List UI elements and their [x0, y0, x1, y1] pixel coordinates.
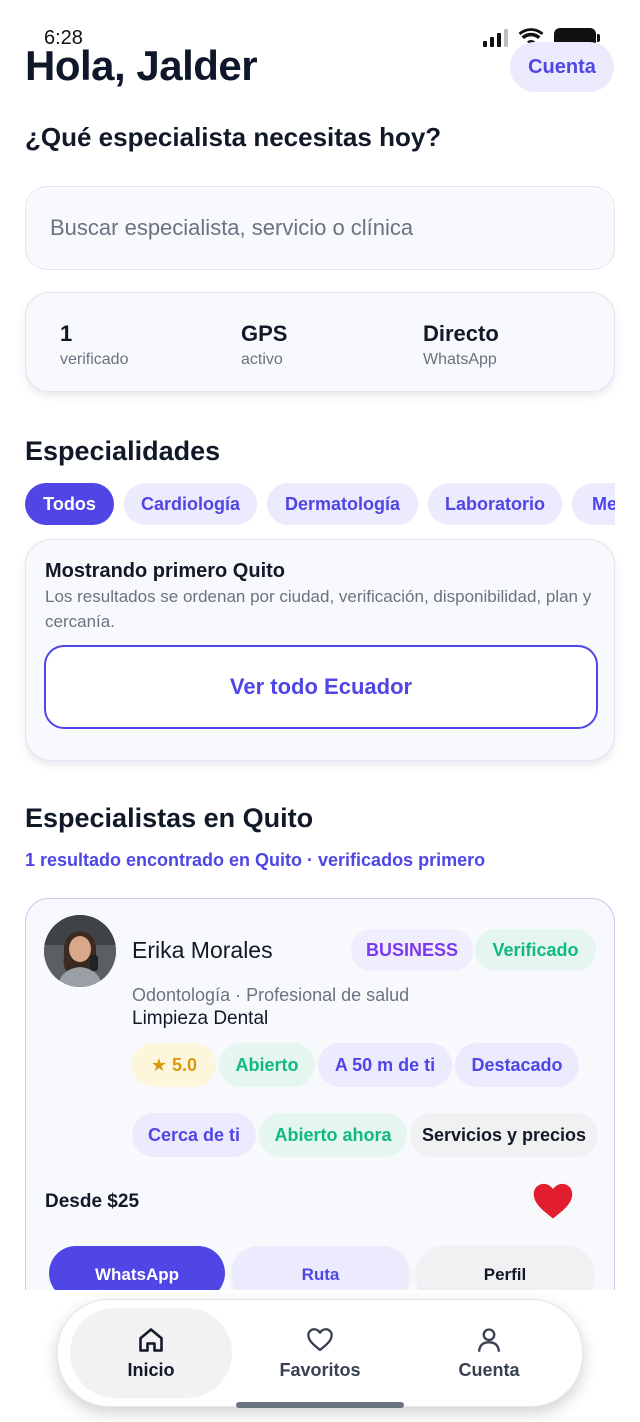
- avatar: [44, 915, 116, 987]
- stat-value: GPS: [241, 321, 288, 346]
- account-button[interactable]: Cuenta: [510, 42, 614, 92]
- specialty-chips: Todos Cardiología Dermatología Laboratorio M…: [25, 483, 615, 527]
- see-all-ecuador-button[interactable]: Ver todo Ecuador: [44, 645, 598, 729]
- stat-value: Directo: [423, 321, 499, 346]
- location-info-title: Mostrando primero Quito: [45, 560, 285, 582]
- heart-outline-icon: [307, 1327, 333, 1351]
- nav-inicio[interactable]: Inicio: [70, 1308, 232, 1398]
- stat-gps: GPS activo: [241, 321, 287, 369]
- distance-badge: A 50 m de ti: [318, 1043, 452, 1087]
- open-badge: Abierto: [219, 1043, 315, 1087]
- user-icon: [477, 1327, 501, 1352]
- nav-label: Inicio: [127, 1359, 175, 1380]
- favorite-heart-icon[interactable]: [532, 1181, 574, 1221]
- chip-todos[interactable]: Todos: [25, 483, 114, 525]
- results-title: Especialistas en Quito: [25, 803, 314, 833]
- nav-label: Cuenta: [458, 1359, 520, 1380]
- open-now-badge: Abierto ahora: [259, 1113, 407, 1157]
- specialist-service: Limpieza Dental: [132, 1008, 269, 1029]
- specialist-category: Odontología · Profesional de salud: [132, 985, 410, 1005]
- specialist-card[interactable]: Erika Morales BUSINESS Verificado Odonto…: [25, 898, 615, 1318]
- bottom-nav: Inicio Favoritos Cuenta: [57, 1299, 583, 1407]
- nav-cuenta[interactable]: Cuenta: [408, 1308, 570, 1398]
- stat-label: activo: [241, 351, 283, 368]
- results-subtitle: 1 resultado encontrado en Quito · verifi…: [25, 850, 486, 870]
- location-info-card: Mostrando primero Quito Los resultados s…: [25, 539, 615, 761]
- featured-badge: Destacado: [455, 1043, 579, 1087]
- stat-whatsapp: Directo WhatsApp: [423, 321, 499, 369]
- services-prices-badge: Servicios y precios: [410, 1113, 598, 1157]
- stat-label: WhatsApp: [423, 351, 497, 368]
- rating-badge: ★ 5.0: [132, 1043, 216, 1087]
- nav-favoritos[interactable]: Favoritos: [239, 1308, 401, 1398]
- specialist-name: Erika Morales: [132, 937, 273, 963]
- signal-icon: [483, 29, 508, 47]
- location-info-description: Los resultados se ordenan por ciudad, ve…: [45, 587, 592, 631]
- near-badge: Cerca de ti: [132, 1113, 256, 1157]
- stat-value: 1: [60, 321, 73, 346]
- nav-label: Favoritos: [279, 1359, 361, 1380]
- page-question: ¿Qué especialista necesitas hoy?: [25, 122, 442, 152]
- plan-badge: BUSINESS: [351, 929, 473, 971]
- greeting-title: Hola, Jalder: [25, 42, 258, 89]
- search-box[interactable]: [25, 186, 615, 270]
- stats-card: 1 verificado GPS activo Directo WhatsApp: [25, 292, 615, 392]
- price-label: Desde $25: [45, 1191, 140, 1212]
- specialties-title: Especialidades: [25, 436, 221, 466]
- search-input[interactable]: [50, 215, 614, 241]
- verified-badge: Verificado: [475, 929, 596, 971]
- stat-label: verificado: [60, 351, 129, 368]
- chip-medicina-general[interactable]: Medicina General: [572, 483, 615, 525]
- chip-dermatologia[interactable]: Dermatología: [267, 483, 418, 525]
- chip-laboratorio[interactable]: Laboratorio: [428, 483, 562, 525]
- stat-verified: 1 verificado: [60, 321, 128, 369]
- home-indicator[interactable]: [236, 1402, 404, 1408]
- chip-cardiologia[interactable]: Cardiología: [124, 483, 257, 525]
- home-icon: [139, 1327, 163, 1352]
